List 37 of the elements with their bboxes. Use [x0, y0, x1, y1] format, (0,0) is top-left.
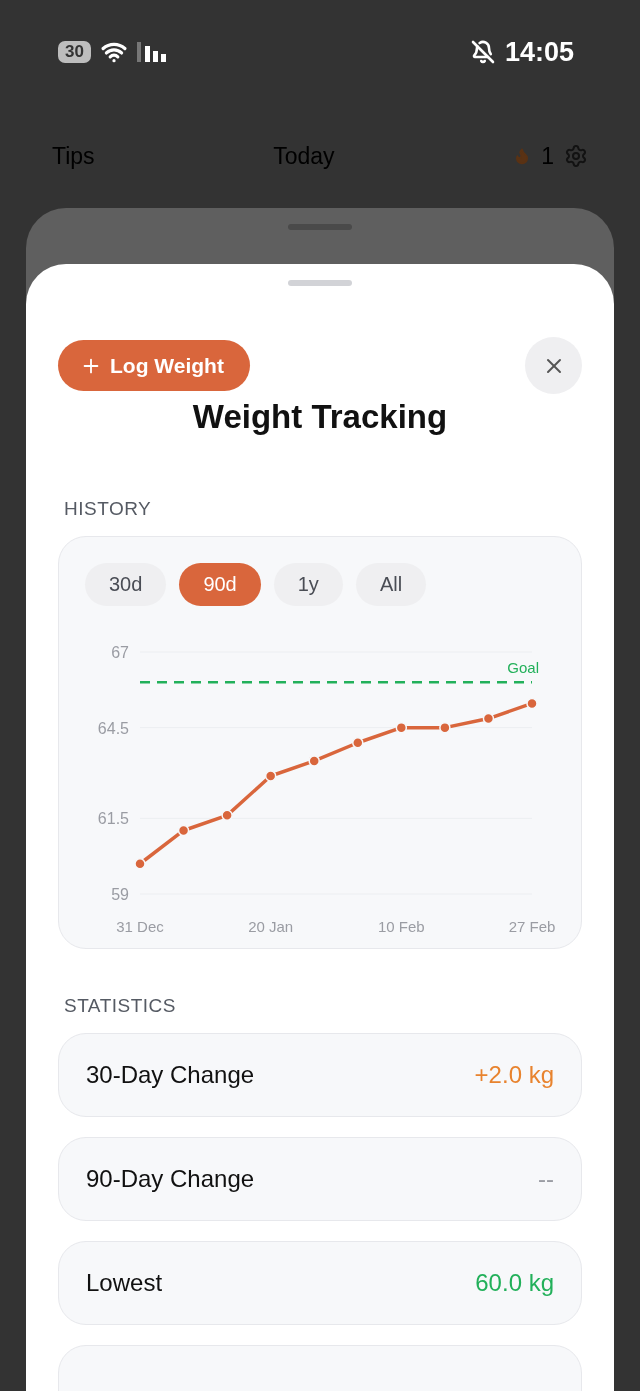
data-point: [482, 712, 495, 725]
clock-time: 14:05: [504, 36, 574, 68]
data-point: [526, 697, 538, 710]
data-point: [308, 755, 320, 767]
axis-tick-label: 27 Feb: [508, 918, 556, 935]
data-point: [352, 737, 364, 749]
stat-label: 90-Day Change: [86, 1165, 255, 1193]
axis-tick-label: 64.5: [97, 719, 129, 737]
signal-icon: [136, 42, 169, 62]
section-heading: HISTORY: [64, 498, 153, 520]
log-weight-button[interactable]: Log Weight: [58, 340, 250, 391]
battery-icon: 30: [58, 41, 91, 63]
axis-tick-label: 61.5: [97, 810, 129, 828]
axis-tick-label: 31 Dec: [116, 918, 164, 935]
data-point: [177, 824, 190, 837]
range-tab[interactable]: 30d: [85, 563, 167, 606]
range-tab[interactable]: 1y: [273, 563, 343, 606]
goal-label: Goal: [507, 659, 539, 677]
stat-label: 30-Day Change: [86, 1061, 255, 1089]
data-point: [439, 721, 451, 734]
axis-tick-label: 67: [111, 644, 129, 661]
stat-label: Lowest: [86, 1269, 163, 1297]
range-tab[interactable]: 90d: [179, 563, 261, 606]
stat-value: 60.0 kg: [475, 1269, 554, 1297]
section-heading: STATISTICS: [64, 995, 177, 1017]
data-point: [264, 770, 277, 782]
range-tab[interactable]: All: [355, 563, 427, 606]
sheet-grabber[interactable]: [288, 280, 352, 286]
data-point: [134, 858, 146, 870]
axis-tick-label: 20 Jan: [248, 918, 294, 935]
axis-tick-label: 10 Feb: [378, 918, 425, 935]
stat-value: --: [538, 1165, 554, 1193]
sheet-title: Weight Tracking: [191, 398, 449, 436]
bell-off-icon: [470, 40, 495, 64]
settings-icon[interactable]: [564, 144, 588, 168]
stat-value: +2.0 kg: [474, 1061, 554, 1089]
axis-tick-label: 59: [111, 886, 129, 903]
